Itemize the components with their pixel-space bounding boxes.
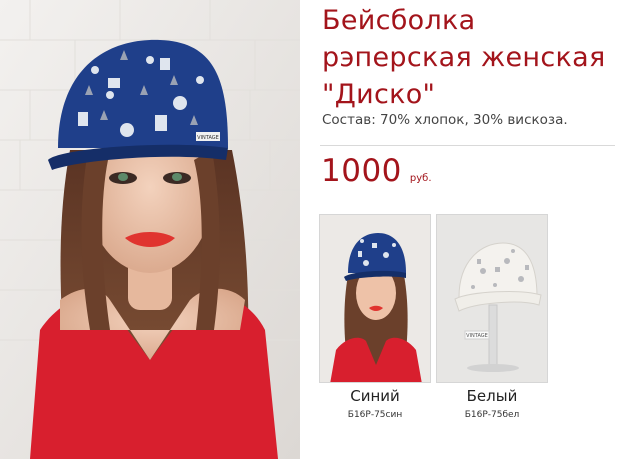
stand-brand-tag: VINTAGE: [466, 333, 488, 339]
product-composition: Состав: 70% хлопок, 30% вискоза.: [322, 112, 568, 128]
price-value: 1000: [321, 153, 402, 189]
variant-blue[interactable]: Синий Б16Р-75син: [319, 214, 431, 420]
cap-brand-tag: VINTAGE: [197, 135, 219, 141]
main-product-image[interactable]: VINTAGE: [0, 0, 300, 459]
divider: [320, 145, 615, 146]
product-title: Бейсболка рэперская женская "Диско": [322, 5, 606, 110]
model-in-blue-cap-photo: VINTAGE: [0, 0, 300, 459]
variant-white[interactable]: VINTAGE Белый Б16Р-75бел: [436, 214, 548, 420]
variant-name: Синий: [350, 387, 400, 405]
price-currency: руб.: [409, 173, 432, 184]
variant-name: Белый: [466, 387, 518, 405]
variant-thumbnail[interactable]: [319, 214, 431, 383]
variant-sku: Б16Р-75син: [347, 410, 403, 420]
product-price: 1000 руб.: [321, 153, 432, 189]
variant-sku: Б16Р-75бел: [464, 410, 520, 420]
product-page: VINTAGE Бейсболка рэперская женская "Дис…: [0, 0, 618, 459]
blue-cap-model-thumbnail: [320, 215, 430, 382]
variant-thumbnail[interactable]: VINTAGE: [436, 214, 548, 383]
white-cap-on-stand-thumbnail: VINTAGE: [437, 215, 547, 382]
